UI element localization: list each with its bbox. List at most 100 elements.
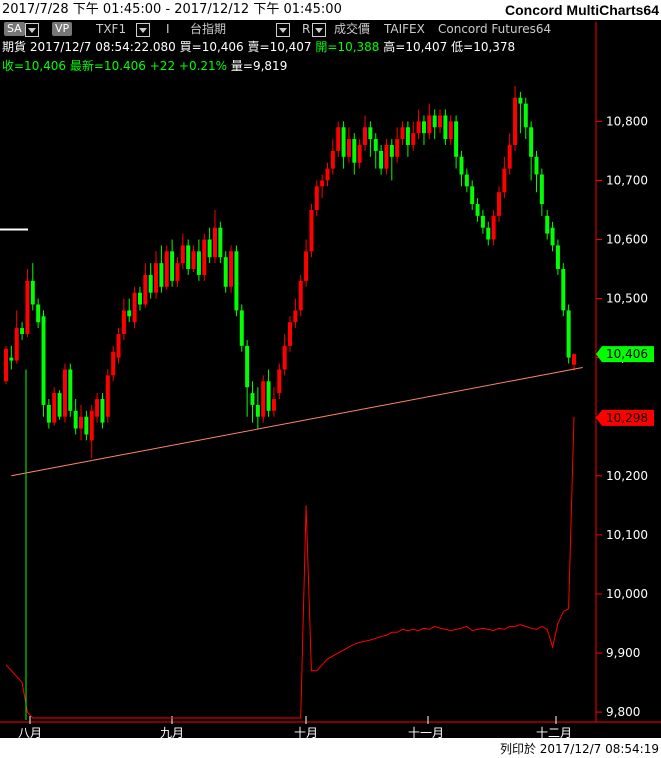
candle-body bbox=[496, 192, 501, 216]
candle-body bbox=[373, 139, 378, 151]
candle-body bbox=[282, 345, 287, 370]
candle-body bbox=[389, 144, 394, 157]
candle-body bbox=[207, 239, 212, 258]
candle-body bbox=[52, 393, 57, 423]
exchange-label: TAIFEX bbox=[384, 22, 425, 36]
candle-body bbox=[218, 227, 223, 258]
brand-title: Concord MultiCharts64 bbox=[504, 2, 659, 18]
candle-body bbox=[411, 133, 416, 145]
indicator-value-tag-text: 10,298 bbox=[606, 411, 648, 425]
y-tick-label: 10,200 bbox=[606, 469, 648, 483]
candle-body bbox=[84, 416, 89, 435]
candle-body bbox=[534, 156, 539, 175]
candle-body bbox=[68, 369, 73, 411]
candle-body bbox=[159, 263, 164, 287]
quote-volume: 量=9,819 bbox=[230, 59, 288, 73]
candle-body bbox=[325, 168, 330, 181]
symbol-dropdown-icon[interactable] bbox=[136, 23, 150, 37]
candle-body bbox=[438, 115, 443, 128]
candle-body bbox=[261, 381, 266, 417]
candle-body bbox=[73, 410, 78, 429]
candle-body bbox=[170, 251, 175, 281]
quote-timestamp: 2017/12/7 08:54:22.080 bbox=[29, 40, 176, 54]
candle-body bbox=[432, 115, 437, 128]
candle-body bbox=[545, 215, 550, 234]
print-timestamp: 列印於 2017/12/7 08:54:19 bbox=[499, 742, 659, 756]
quote-open: 開=10,388 bbox=[315, 40, 380, 54]
candle-body bbox=[239, 310, 244, 346]
candle-body bbox=[368, 127, 373, 140]
candle-body bbox=[4, 348, 8, 382]
candle-body bbox=[459, 156, 464, 175]
symbol-label: TXF1 bbox=[96, 22, 127, 36]
vp-button[interactable]: VP bbox=[52, 22, 73, 36]
candle-body bbox=[111, 351, 116, 376]
candle-body bbox=[30, 280, 35, 305]
interval-label: I bbox=[166, 22, 170, 36]
candle-body bbox=[309, 209, 314, 252]
candle-body bbox=[95, 399, 100, 417]
last-price-tag: 10,406 bbox=[596, 346, 654, 363]
y-tick-label: 10,500 bbox=[606, 292, 648, 306]
candle-body bbox=[62, 369, 67, 417]
index-name: 台指期 bbox=[190, 22, 227, 36]
candle-body bbox=[132, 292, 137, 323]
sa-button[interactable]: SA bbox=[4, 22, 25, 36]
candle-body bbox=[561, 269, 566, 311]
candle-body bbox=[555, 245, 560, 270]
y-tick-label: 10,700 bbox=[606, 173, 648, 187]
candle-body bbox=[255, 404, 260, 417]
candle-body bbox=[400, 127, 405, 140]
candle-body bbox=[57, 393, 62, 417]
candle-body bbox=[507, 144, 512, 169]
candle-body bbox=[330, 150, 335, 169]
candle-body bbox=[79, 416, 84, 429]
quote-close: 收=10,406 bbox=[2, 59, 67, 73]
candle-body bbox=[127, 310, 132, 317]
candle-body bbox=[443, 115, 448, 140]
candle-body bbox=[470, 186, 475, 205]
index-dropdown-icon[interactable] bbox=[276, 23, 290, 37]
quote-category: 期貨 bbox=[2, 40, 27, 54]
y-tick-label: 9,900 bbox=[606, 646, 640, 660]
candle-body bbox=[9, 357, 14, 361]
candle-body bbox=[486, 227, 491, 240]
sa-dropdown-icon[interactable] bbox=[25, 23, 39, 37]
y-tick-label: 10,000 bbox=[606, 587, 648, 601]
quote-low: 低=10,378 bbox=[451, 40, 516, 54]
candle-body bbox=[25, 280, 30, 335]
candle-body bbox=[480, 215, 485, 228]
candle-body bbox=[518, 97, 523, 104]
candle-body bbox=[550, 227, 555, 246]
candle-body bbox=[405, 127, 410, 145]
r-label: R bbox=[302, 22, 311, 36]
candle-body bbox=[14, 328, 19, 361]
candle-body bbox=[529, 127, 534, 157]
candle-body bbox=[513, 97, 518, 145]
quote-change-pct: +0.21% bbox=[178, 59, 228, 73]
candle-body bbox=[352, 139, 357, 163]
r-dropdown-icon[interactable] bbox=[312, 23, 326, 37]
candle-body bbox=[196, 251, 201, 275]
candle-body bbox=[137, 292, 142, 305]
candle-body bbox=[572, 354, 576, 365]
quote-ask: 賣=10,407 bbox=[247, 40, 312, 54]
quote-change: +22 bbox=[149, 59, 176, 73]
candle-body bbox=[421, 121, 426, 134]
candle-body bbox=[250, 393, 255, 405]
candle-body bbox=[164, 251, 169, 287]
candle-body bbox=[121, 310, 126, 335]
y-tick-label: 10,600 bbox=[606, 233, 648, 247]
price-chart[interactable]: 10,80010,70010,60010,50010,40010,30010,2… bbox=[0, 0, 661, 758]
candle-body bbox=[363, 127, 368, 145]
candle-body bbox=[89, 410, 94, 441]
candle-body bbox=[46, 404, 51, 423]
candle-body bbox=[212, 227, 217, 258]
candle-body bbox=[566, 310, 571, 358]
candle-body bbox=[475, 204, 480, 216]
candle-body bbox=[416, 121, 421, 134]
candle-body bbox=[454, 121, 459, 157]
date-range: 2017/7/28 下午 01:45:00 - 2017/12/12 下午 01… bbox=[2, 2, 342, 17]
candle-body bbox=[175, 263, 180, 281]
price-type: 成交價 bbox=[334, 22, 371, 36]
